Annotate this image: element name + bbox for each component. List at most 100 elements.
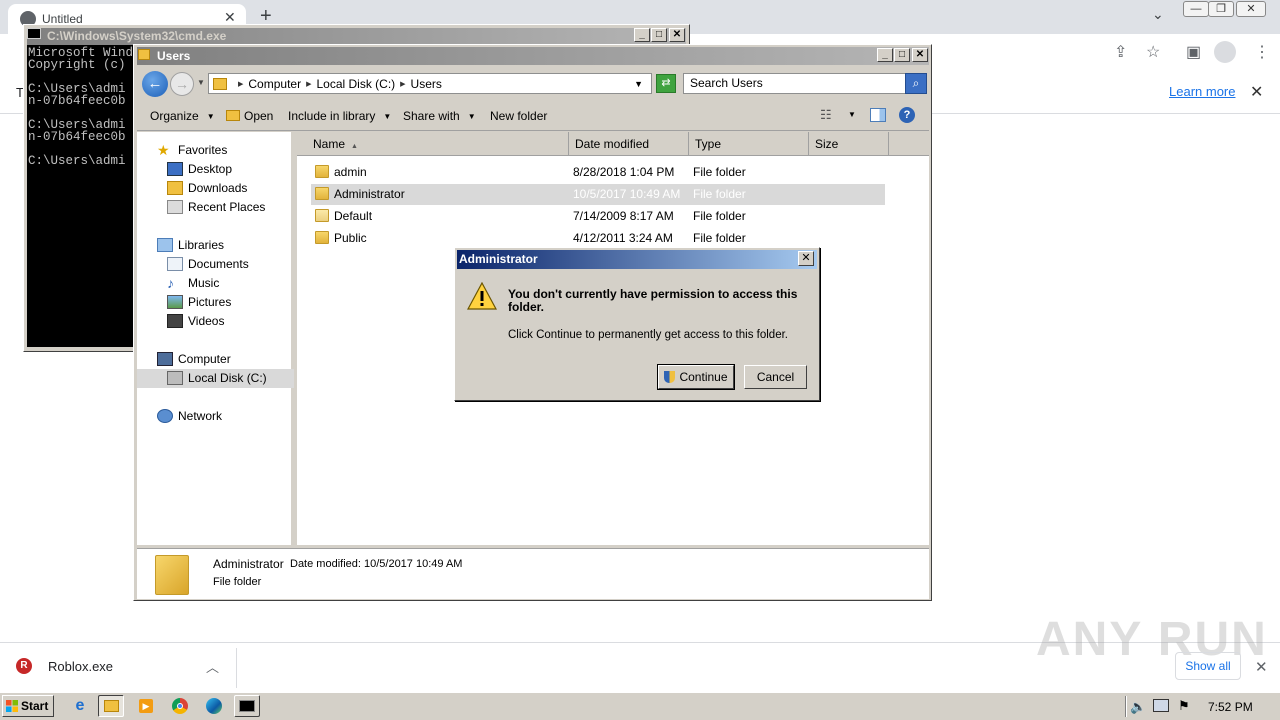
file-type: File folder [693, 165, 746, 179]
table-row[interactable]: Public 4/12/2011 3:24 AM File folder [311, 228, 885, 249]
dialog-title: Administrator [457, 250, 817, 269]
sidebar-item-pictures[interactable]: Pictures [167, 295, 231, 309]
cmd-taskbar-icon[interactable] [234, 695, 260, 717]
view-dropdown-icon[interactable]: ▼ [848, 110, 856, 119]
history-dropdown-icon[interactable]: ▼ [197, 78, 205, 87]
sidebar-item-computer[interactable]: Computer [157, 352, 231, 366]
chevron-down-icon[interactable]: ⌄ [1152, 6, 1164, 23]
view-options-icon[interactable]: ☷ [820, 107, 832, 123]
address-dropdown-icon[interactable]: ▼ [634, 79, 643, 89]
open-button[interactable]: Open [226, 109, 273, 123]
avatar[interactable] [1214, 41, 1236, 63]
column-header-type[interactable]: Type [689, 132, 809, 156]
continue-button[interactable]: Continue [657, 364, 735, 390]
drive-icon [167, 371, 183, 385]
column-header-date[interactable]: Date modified [569, 132, 689, 156]
restore-icon[interactable]: ❐ [1208, 1, 1234, 17]
star-icon[interactable]: ☆ [1146, 42, 1160, 62]
window-title: Users [137, 47, 929, 65]
console-output[interactable]: Microsoft Wind Copyright (c) C:\Users\ad… [27, 45, 137, 347]
media-player-icon[interactable]: ▶ [133, 695, 159, 717]
explorer-taskbar-icon[interactable] [98, 695, 124, 717]
clock[interactable]: 7:52 PM [1208, 700, 1253, 714]
chrome-icon[interactable] [167, 695, 193, 717]
details-type: File folder [213, 576, 262, 588]
sort-ascending-icon: ▲ [351, 143, 358, 150]
chevron-up-icon[interactable]: ︿ [206, 657, 219, 676]
new-folder-button[interactable]: New folder [490, 109, 547, 123]
warning-icon [466, 281, 498, 313]
download-item[interactable]: R Roblox.exe ︿ [16, 656, 236, 678]
minimize-button[interactable]: _ [877, 48, 893, 62]
crumb-separator-icon[interactable]: ▶ [306, 80, 311, 88]
close-button[interactable]: ✕ [912, 48, 928, 62]
search-input[interactable]: Search Users [683, 73, 907, 94]
volume-icon[interactable]: 🔈 [1130, 699, 1146, 715]
minimize-icon[interactable]: — [1183, 1, 1209, 17]
menu-icon[interactable]: ⋮ [1254, 42, 1270, 62]
side-panel-icon[interactable]: ▣ [1186, 42, 1201, 62]
downloads-folder-icon [167, 181, 183, 195]
help-icon[interactable]: ? [899, 107, 915, 123]
sidebar-item-downloads[interactable]: Downloads [167, 181, 247, 195]
folder-icon [138, 49, 150, 60]
file-date: 8/28/2018 1:04 PM [573, 165, 675, 179]
console-icon [27, 28, 41, 39]
crumb-separator-icon[interactable]: ▶ [400, 80, 405, 88]
edge-icon[interactable] [201, 695, 227, 717]
table-row[interactable]: Administrator 10/5/2017 10:49 AM File fo… [311, 184, 885, 205]
close-button[interactable]: ✕ [669, 28, 685, 42]
minimize-button[interactable]: _ [634, 28, 650, 42]
column-header-name[interactable]: Name ▲ [307, 132, 569, 156]
breadcrumb-computer[interactable]: Computer [248, 77, 301, 91]
close-icon[interactable]: ✕ [1255, 658, 1268, 676]
search-icon[interactable]: ⌕ [905, 73, 927, 94]
table-row[interactable]: Default 7/14/2009 8:17 AM File folder [311, 206, 885, 227]
folder-icon [213, 77, 227, 90]
videos-icon [167, 314, 183, 328]
forward-arrow-icon[interactable]: → [170, 72, 194, 96]
organize-button[interactable]: Organize ▼ [150, 109, 215, 123]
maximize-button[interactable]: □ [894, 48, 910, 62]
cancel-button[interactable]: Cancel [744, 365, 807, 389]
share-with-button[interactable]: Share with ▼ [403, 109, 476, 123]
internet-explorer-icon[interactable]: e [67, 695, 93, 717]
folder-icon [315, 209, 329, 222]
file-name: Public [334, 231, 367, 245]
sidebar-item-favorites[interactable]: ★ Favorites [157, 143, 227, 157]
back-arrow-icon[interactable]: ← [142, 71, 168, 97]
network-status-icon[interactable] [1153, 699, 1169, 712]
close-icon[interactable]: ✕ [1236, 1, 1266, 17]
address-bar[interactable]: ▶ Computer ▶ Local Disk (C:) ▶ Users ▼ [208, 73, 652, 94]
file-name: admin [334, 165, 367, 179]
column-header-size[interactable]: Size [809, 132, 889, 156]
music-icon: ♪ [167, 275, 174, 291]
flag-icon[interactable]: ⚑ [1178, 698, 1190, 714]
close-icon[interactable]: ✕ [1250, 82, 1263, 102]
sidebar-item-desktop[interactable]: Desktop [167, 162, 232, 176]
show-all-button[interactable]: Show all [1175, 652, 1241, 680]
sidebar-item-videos[interactable]: Videos [167, 314, 224, 328]
permission-dialog[interactable]: Administrator ✕ You don't currently have… [454, 247, 820, 401]
breadcrumb-local-disk[interactable]: Local Disk (C:) [316, 77, 395, 91]
sidebar-item-network[interactable]: Network [157, 409, 222, 423]
sidebar-item-libraries[interactable]: Libraries [157, 238, 224, 252]
sidebar-item-recent-places[interactable]: Recent Places [167, 200, 265, 214]
file-type: File folder [693, 209, 746, 223]
learn-more-link[interactable]: Learn more [1169, 84, 1235, 99]
dialog-close-button[interactable]: ✕ [798, 251, 814, 266]
maximize-button[interactable]: □ [651, 28, 667, 42]
file-type: File folder [693, 231, 746, 245]
include-in-library-button[interactable]: Include in library ▼ [288, 109, 391, 123]
sidebar-item-local-disk[interactable]: Local Disk (C:) [167, 371, 267, 385]
breadcrumb-users[interactable]: Users [411, 77, 442, 91]
table-row[interactable]: admin 8/28/2018 1:04 PM File folder [311, 162, 885, 183]
crumb-separator-icon[interactable]: ▶ [238, 80, 243, 88]
preview-pane-icon[interactable] [870, 108, 886, 122]
refresh-icon[interactable]: ⇄ [656, 74, 676, 93]
share-icon[interactable]: ⇪ [1114, 42, 1127, 62]
roblox-icon: R [16, 658, 32, 674]
sidebar-item-documents[interactable]: Documents [167, 257, 249, 271]
details-date: Date modified: 10/5/2017 10:49 AM [290, 558, 463, 570]
sidebar-item-music[interactable]: ♪ Music [167, 276, 219, 290]
